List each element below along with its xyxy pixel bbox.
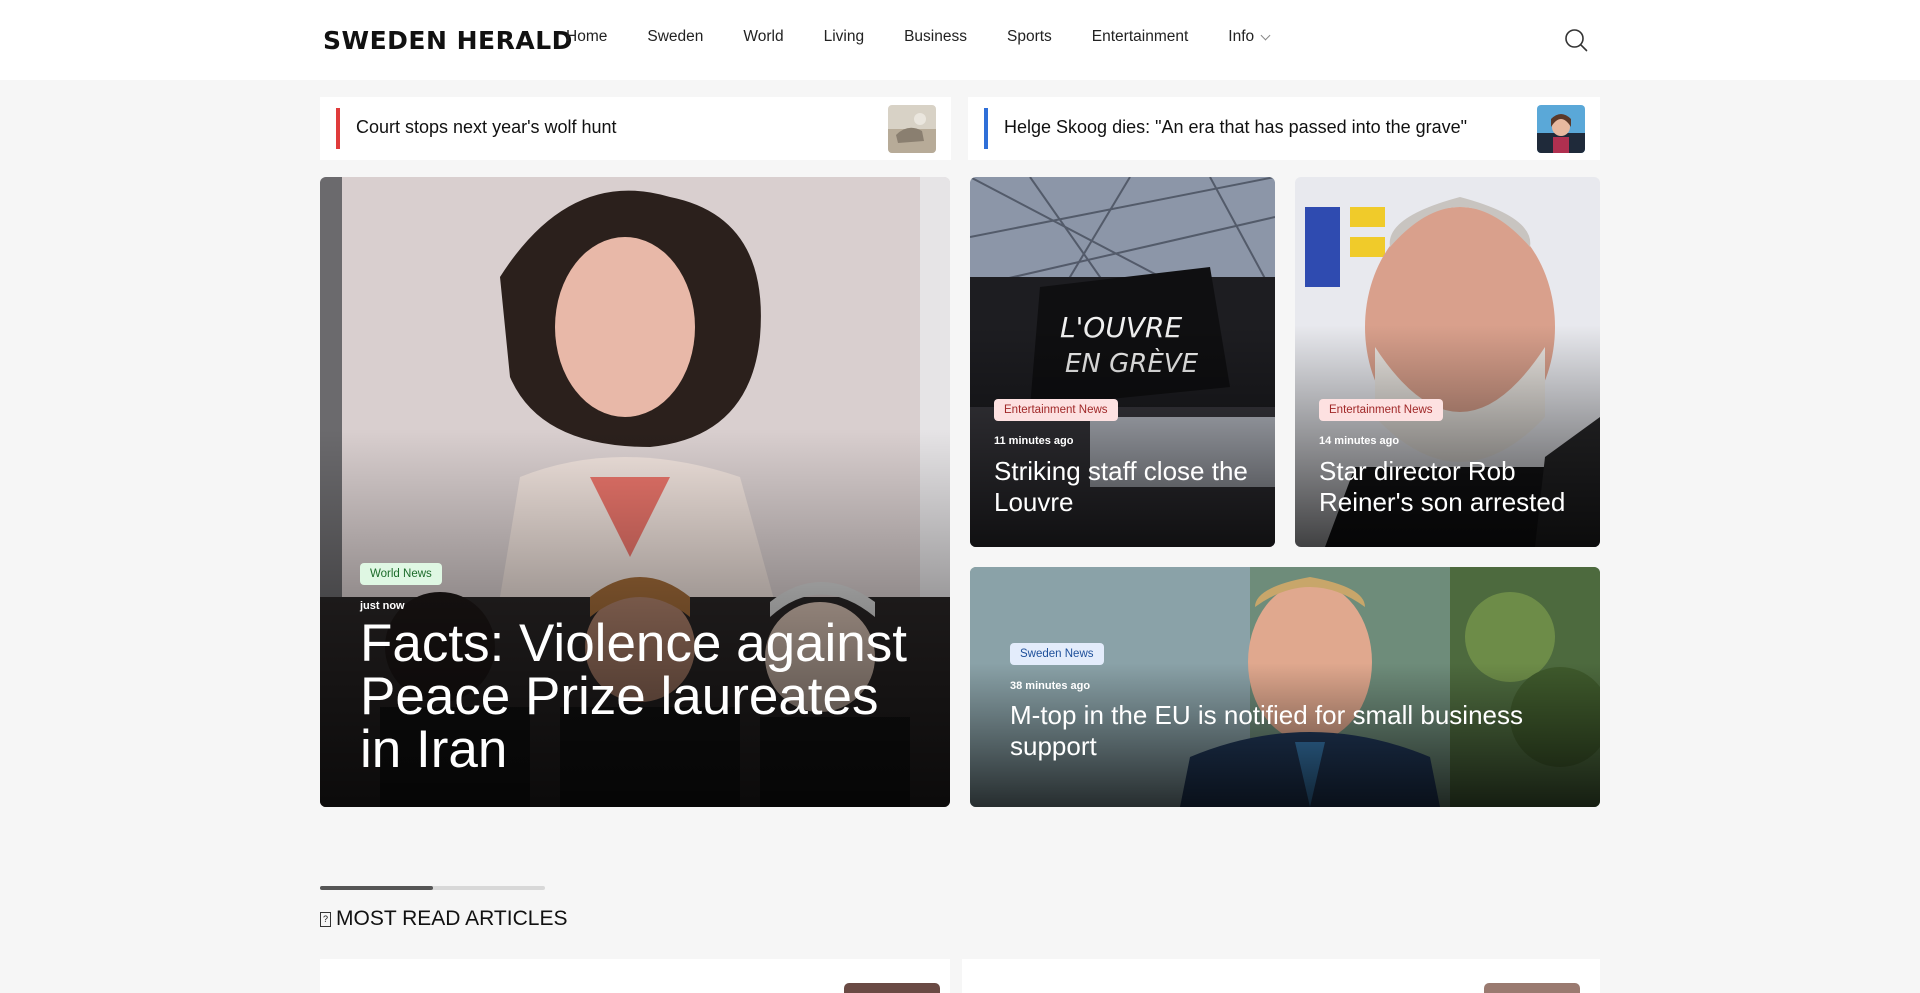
teaser-headline[interactable]: Helge Skoog dies: "An era that has passe… xyxy=(1004,117,1467,138)
category-badge[interactable]: Entertainment News xyxy=(994,399,1118,421)
nav-world[interactable]: World xyxy=(743,28,783,46)
site-header: SWEDEN HERALD Home Sweden World Living B… xyxy=(0,0,1920,80)
story-card-eu[interactable]: Sweden News 38 minutes ago M-top in the … xyxy=(970,567,1600,807)
nav-living[interactable]: Living xyxy=(824,28,865,46)
timestamp: just now xyxy=(360,600,405,612)
nav-info-label: Info xyxy=(1228,28,1255,45)
category-badge[interactable]: Entertainment News xyxy=(1319,399,1443,421)
section-progress-fill xyxy=(320,886,433,890)
nav-entertainment[interactable]: Entertainment xyxy=(1092,28,1189,46)
teaser-accent-bar xyxy=(336,108,340,149)
most-read-thumbnail xyxy=(1484,983,1580,993)
teaser-thumbnail xyxy=(888,105,936,153)
teaser-card-helge-skoog[interactable]: Helge Skoog dies: "An era that has passe… xyxy=(968,97,1600,160)
timestamp: 11 minutes ago xyxy=(994,435,1074,447)
nav-home[interactable]: Home xyxy=(566,28,607,46)
missing-glyph-icon: ? xyxy=(320,911,331,927)
teaser-headline[interactable]: Court stops next year's wolf hunt xyxy=(356,117,617,138)
teaser-accent-bar xyxy=(984,108,988,149)
main-headline[interactable]: Facts: Violence against Peace Prize laur… xyxy=(360,617,920,776)
most-read-title: MOST READ ARTICLES xyxy=(336,907,568,930)
main-story-card[interactable]: World News just now Facts: Violence agai… xyxy=(320,177,950,807)
nav-info[interactable]: Info xyxy=(1228,28,1271,46)
most-read-thumbnail xyxy=(844,983,940,993)
story-headline[interactable]: M-top in the EU is notified for small bu… xyxy=(1010,700,1550,762)
story-card-rob-reiner[interactable]: Entertainment News 14 minutes ago Star d… xyxy=(1295,177,1600,547)
nav-sweden[interactable]: Sweden xyxy=(647,28,703,46)
timestamp: 38 minutes ago xyxy=(1010,680,1091,692)
most-read-heading: ? MOST READ ARTICLES xyxy=(320,907,567,931)
main-nav: Home Sweden World Living Business Sports… xyxy=(566,28,1309,46)
category-badge[interactable]: World News xyxy=(360,563,442,585)
nav-business[interactable]: Business xyxy=(904,28,967,46)
story-card-louvre[interactable]: L'OUVRE EN GRÈVE Entertainment News 11 m… xyxy=(970,177,1275,547)
story-headline[interactable]: Star director Rob Reiner's son arrested xyxy=(1319,456,1589,518)
story-headline[interactable]: Striking staff close the Louvre xyxy=(994,456,1264,518)
category-badge[interactable]: Sweden News xyxy=(1010,643,1104,665)
search-icon[interactable] xyxy=(1564,28,1588,52)
timestamp: 14 minutes ago xyxy=(1319,435,1400,447)
teaser-card-wolf-hunt[interactable]: Court stops next year's wolf hunt xyxy=(320,97,951,160)
nav-sports[interactable]: Sports xyxy=(1007,28,1052,46)
site-logo[interactable]: SWEDEN HERALD xyxy=(323,26,573,55)
teaser-thumbnail xyxy=(1537,105,1585,153)
chevron-down-icon xyxy=(1260,30,1271,40)
